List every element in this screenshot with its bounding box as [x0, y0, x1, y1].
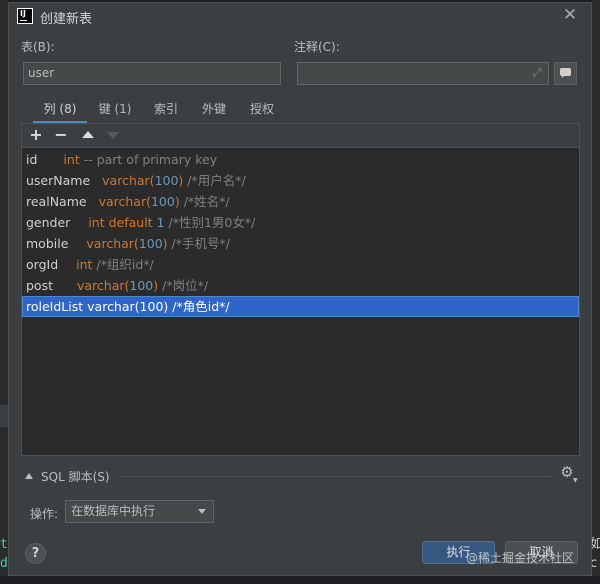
- column-name: gender: [26, 215, 71, 230]
- comment-editor-button[interactable]: [554, 62, 577, 85]
- expand-icon[interactable]: ⤢: [530, 66, 544, 80]
- chevron-down-icon: [198, 509, 206, 514]
- collapse-triangle-icon[interactable]: [25, 473, 33, 479]
- minus-icon: −: [54, 125, 68, 144]
- column-comment: /*岗位*/: [162, 278, 209, 293]
- column-type: varchar(: [102, 173, 155, 188]
- column-name: realName: [26, 194, 87, 209]
- close-icon: ✕: [562, 5, 578, 25]
- column-length: 100: [139, 299, 164, 314]
- question-mark-icon: ?: [31, 546, 40, 561]
- sql-script-label[interactable]: SQL 脚本(S): [41, 468, 110, 485]
- sql-section-divider: [119, 476, 551, 477]
- operation-label: 操作:: [30, 507, 59, 521]
- background-bottom-strip: [0, 576, 600, 584]
- watermark: @稀土掘金技术社区: [466, 551, 575, 565]
- move-up-icon[interactable]: [82, 131, 94, 138]
- dropdown-caret-icon: ▼: [573, 477, 578, 484]
- table-name-input[interactable]: user: [23, 62, 281, 85]
- columns-toolbar: + −: [22, 124, 579, 148]
- tab-columns[interactable]: 列 (8): [33, 97, 87, 124]
- comment-input[interactable]: ⤢: [297, 62, 549, 85]
- column-default: 1: [156, 215, 165, 230]
- tab-grants[interactable]: 授权: [246, 97, 278, 121]
- column-type: varchar(: [87, 299, 140, 314]
- column-type-suffix: ): [153, 278, 159, 293]
- column-length: 100: [150, 194, 175, 209]
- column-comment: /*手机号*/: [171, 236, 230, 251]
- column-name: roleIdList: [26, 299, 84, 314]
- column-row[interactable]: userName varchar(100) /*用户名*/: [22, 170, 579, 191]
- column-list: id int -- part of primary key userName var…: [22, 149, 579, 317]
- column-type: int: [76, 257, 93, 272]
- columns-panel: + − id int -- part of primary key userNam…: [21, 123, 580, 456]
- column-comment: /*用户名*/: [187, 173, 246, 188]
- background-right-editor: [592, 0, 600, 584]
- tab-foreign-keys[interactable]: 外键: [198, 97, 230, 121]
- column-type: int: [63, 152, 80, 167]
- column-length: 100: [129, 278, 154, 293]
- remove-column-button[interactable]: −: [52, 126, 70, 144]
- column-row[interactable]: post varchar(100) /*岗位*/: [22, 275, 579, 296]
- column-row[interactable]: id int -- part of primary key: [22, 149, 579, 170]
- column-comment: /*性别1男0女*/: [168, 215, 256, 230]
- column-type: int default: [88, 215, 157, 230]
- create-table-dialog: IJ 创建新表 ✕ 表(B): user 注释(C): ⤢ 列 (8) 键 (1…: [8, 2, 592, 576]
- help-button[interactable]: ?: [25, 543, 46, 564]
- background-left-highlight: [0, 405, 8, 427]
- column-name: orgId: [26, 257, 59, 272]
- column-type-suffix: ): [162, 236, 168, 251]
- table-name-label: 表(B):: [21, 40, 55, 54]
- column-comment: /*姓名*/: [183, 194, 230, 209]
- column-comment: /*角色id*/: [172, 299, 230, 314]
- column-name: mobile: [26, 236, 69, 251]
- speech-bubble-icon: [560, 68, 571, 78]
- column-comment: -- part of primary key: [83, 152, 218, 167]
- background-left-editor: [0, 0, 8, 584]
- column-length: 100: [154, 173, 179, 188]
- move-down-icon: [107, 132, 119, 139]
- add-column-button[interactable]: +: [27, 126, 45, 144]
- column-type-suffix: ): [178, 173, 184, 188]
- column-type-suffix: ): [174, 194, 180, 209]
- operation-select[interactable]: 在数据库中执行: [65, 500, 214, 523]
- column-row[interactable]: realName varchar(100) /*姓名*/: [22, 191, 579, 212]
- close-button[interactable]: ✕: [560, 5, 580, 25]
- column-type: varchar(: [86, 236, 139, 251]
- tab-indexes[interactable]: 索引: [150, 97, 182, 121]
- comment-label: 注释(C):: [294, 40, 340, 54]
- gear-icon: ⚙: [560, 463, 574, 481]
- column-name: id: [26, 152, 38, 167]
- column-name: userName: [26, 173, 91, 188]
- column-type-suffix: ): [163, 299, 169, 314]
- column-name: post: [26, 278, 53, 293]
- column-length: 100: [138, 236, 163, 251]
- operation-selected-value: 在数据库中执行: [71, 504, 156, 518]
- column-row[interactable]: orgId int /*组织id*/: [22, 254, 579, 275]
- dialog-title: 创建新表: [40, 12, 93, 27]
- column-row-selected[interactable]: roleIdList varchar(100) /*角色id*/: [22, 296, 579, 317]
- column-type: varchar(: [77, 278, 130, 293]
- column-row[interactable]: mobile varchar(100) /*手机号*/: [22, 233, 579, 254]
- column-row[interactable]: gender int default 1 /*性别1男0女*/: [22, 212, 579, 233]
- intellij-app-icon: IJ: [17, 8, 33, 24]
- tab-keys[interactable]: 键 (1): [95, 97, 135, 121]
- column-comment: /*组织id*/: [96, 257, 154, 272]
- dialog-titlebar[interactable]: IJ 创建新表 ✕: [9, 3, 591, 29]
- plus-icon: +: [29, 125, 43, 144]
- column-type: varchar(: [98, 194, 151, 209]
